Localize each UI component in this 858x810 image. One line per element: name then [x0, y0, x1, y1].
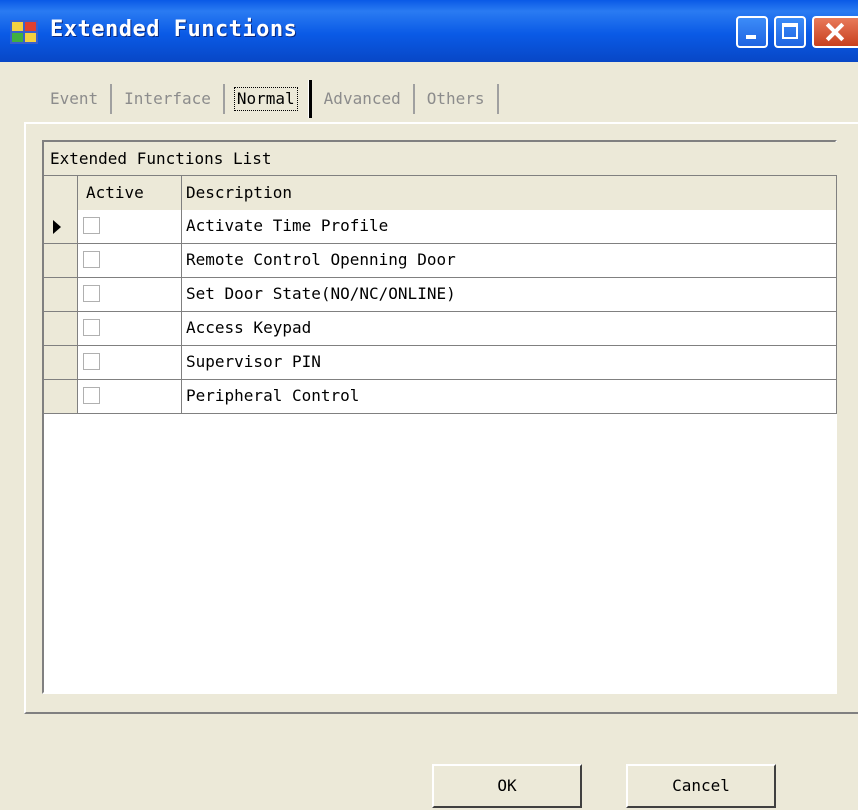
active-cell[interactable]: [78, 380, 182, 413]
active-checkbox[interactable]: [83, 251, 100, 268]
row-selector[interactable]: [44, 380, 78, 413]
table-row[interactable]: Supervisor PIN: [44, 346, 837, 380]
cancel-button[interactable]: Cancel: [626, 764, 776, 808]
tab-event[interactable]: Event: [38, 84, 113, 114]
row-selector[interactable]: [44, 210, 78, 243]
active-checkbox[interactable]: [83, 387, 100, 404]
active-cell[interactable]: [78, 278, 182, 311]
description-cell[interactable]: Access Keypad: [182, 312, 837, 345]
tab-advanced[interactable]: Advanced: [310, 84, 415, 114]
row-header-corner: [44, 176, 78, 210]
title-bar[interactable]: Extended Functions: [0, 0, 858, 62]
column-header-description[interactable]: Description: [182, 176, 837, 210]
app-window-icon: [10, 20, 38, 44]
description-cell[interactable]: Activate Time Profile: [182, 210, 837, 243]
row-selector[interactable]: [44, 346, 78, 379]
active-cell[interactable]: [78, 210, 182, 243]
active-checkbox[interactable]: [83, 319, 100, 336]
tab-strip: Event Interface Normal Advanced Others: [38, 80, 499, 118]
active-checkbox[interactable]: [83, 217, 100, 234]
tab-others[interactable]: Others: [415, 84, 499, 114]
table-row[interactable]: Peripheral Control: [44, 380, 837, 414]
active-cell[interactable]: [78, 346, 182, 379]
maximize-button[interactable]: [774, 16, 806, 48]
column-header-active[interactable]: Active: [78, 176, 182, 210]
table-row[interactable]: Remote Control Openning Door: [44, 244, 837, 278]
active-cell[interactable]: [78, 312, 182, 345]
description-cell[interactable]: Peripheral Control: [182, 380, 837, 413]
grid-caption: Extended Functions List: [44, 142, 837, 176]
window-title: Extended Functions: [50, 17, 298, 42]
grid-header-row: Active Description: [44, 176, 837, 210]
tab-normal-label: Normal: [233, 87, 298, 111]
minimize-button[interactable]: [736, 16, 768, 48]
description-cell[interactable]: Supervisor PIN: [182, 346, 837, 379]
active-checkbox[interactable]: [83, 285, 100, 302]
tab-interface[interactable]: Interface: [112, 84, 225, 114]
tab-normal[interactable]: Normal: [229, 80, 312, 118]
description-cell[interactable]: Set Door State(NO/NC/ONLINE): [182, 278, 837, 311]
current-row-arrow-icon: [53, 220, 61, 234]
row-selector[interactable]: [44, 312, 78, 345]
row-selector[interactable]: [44, 278, 78, 311]
close-button[interactable]: [812, 16, 858, 48]
extended-functions-grid[interactable]: Extended Functions List Active Descripti…: [42, 140, 837, 694]
description-cell[interactable]: Remote Control Openning Door: [182, 244, 837, 277]
active-checkbox[interactable]: [83, 353, 100, 370]
ok-button[interactable]: OK: [432, 764, 582, 808]
table-row[interactable]: Access Keypad: [44, 312, 837, 346]
row-selector[interactable]: [44, 244, 78, 277]
active-cell[interactable]: [78, 244, 182, 277]
table-row[interactable]: Set Door State(NO/NC/ONLINE): [44, 278, 837, 312]
table-row[interactable]: Activate Time Profile: [44, 210, 837, 244]
